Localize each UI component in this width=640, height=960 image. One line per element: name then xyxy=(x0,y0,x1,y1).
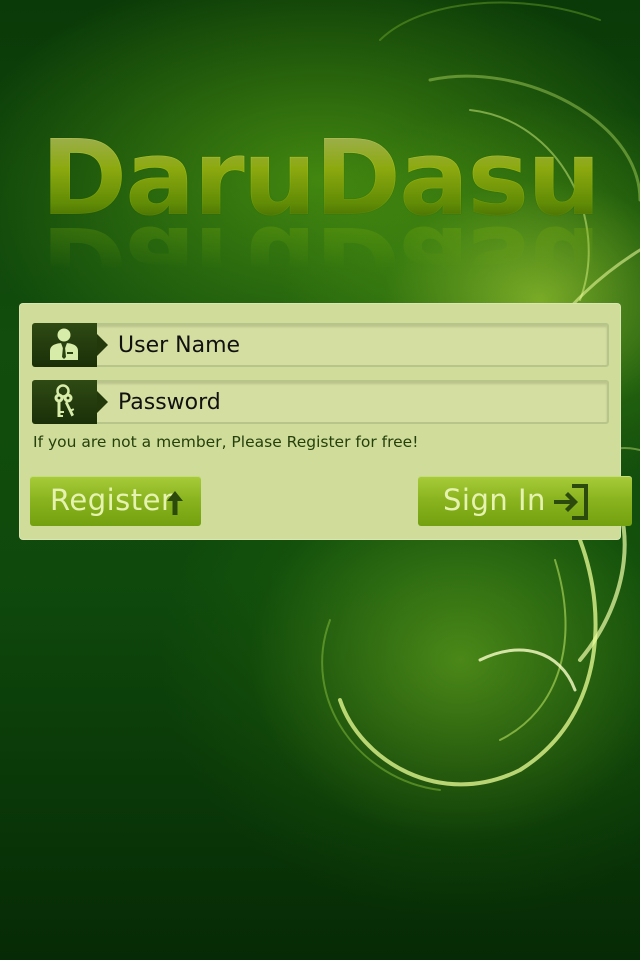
username-field[interactable] xyxy=(32,323,609,367)
sign-in-icon xyxy=(554,484,588,520)
register-button-label: Register xyxy=(50,483,174,517)
register-hint: If you are not a member, Please Register… xyxy=(33,433,419,451)
register-button[interactable]: Register xyxy=(30,476,201,526)
user-icon xyxy=(50,328,78,360)
sign-in-button-label: Sign In xyxy=(443,483,546,517)
up-arrow-icon xyxy=(167,491,183,515)
keys-icon xyxy=(54,384,75,417)
password-input[interactable] xyxy=(118,382,598,422)
login-screen: DaruDasu DaruDasu User Name If you are n… xyxy=(0,0,640,960)
password-icon-box xyxy=(32,380,108,424)
username-input[interactable] xyxy=(118,325,598,365)
login-panel: If you are not a member, Please Register… xyxy=(19,303,632,540)
password-field[interactable] xyxy=(32,380,609,424)
app-logo: DaruDasu DaruDasu xyxy=(0,126,640,325)
username-icon-box xyxy=(32,323,108,367)
sign-in-button[interactable]: Sign In xyxy=(418,476,632,526)
app-logo-text: DaruDasu xyxy=(0,126,640,230)
